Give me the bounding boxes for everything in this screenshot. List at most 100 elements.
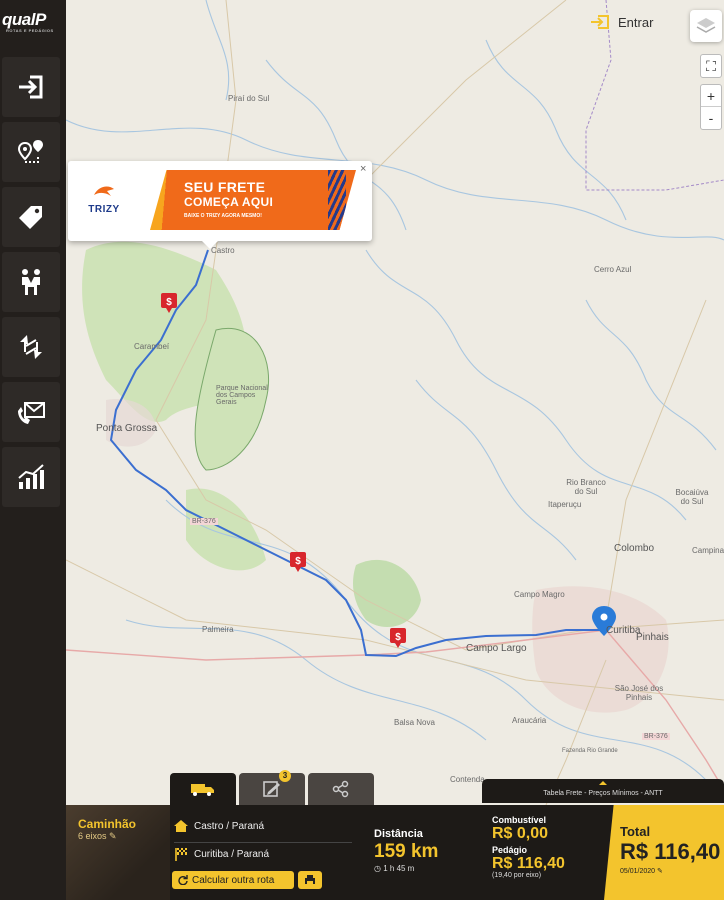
ad-close-button[interactable]: × bbox=[360, 163, 366, 175]
distance-value: 159 km bbox=[374, 841, 439, 862]
trizy-logo-icon bbox=[94, 186, 114, 196]
route-divider bbox=[174, 842, 352, 843]
map-label: Balsa Nova bbox=[394, 718, 435, 727]
map-label: Palmeira bbox=[202, 625, 234, 634]
panel-tabs: 3 bbox=[170, 770, 374, 805]
ad-promo: SEU FRETE COMEÇA AQUI BAIXE O TRIZY AGOR… bbox=[150, 170, 356, 230]
clock-icon: ◷ bbox=[374, 864, 381, 873]
fullscreen-control[interactable]: ⛶ bbox=[700, 54, 722, 78]
zoom-control: + - bbox=[700, 84, 722, 130]
costs-block: Combustível R$ 0,00 Pedágio R$ 116,40 (1… bbox=[492, 815, 565, 879]
tag-icon bbox=[19, 206, 42, 229]
edit-icon[interactable]: ✎ bbox=[657, 868, 663, 875]
fuel-value: R$ 0,00 bbox=[492, 825, 549, 842]
destination-label: Curitiba / Paraná bbox=[194, 848, 270, 860]
map-label: Rio Branco do Sul bbox=[566, 478, 606, 496]
svg-text:$: $ bbox=[395, 632, 401, 643]
ad-headline-2: COMEÇA AQUI bbox=[184, 195, 274, 209]
sidebar-item-stats[interactable] bbox=[2, 447, 60, 507]
road-shield: BR-376 bbox=[642, 733, 670, 740]
refresh-icon bbox=[178, 875, 188, 885]
vehicle-card[interactable]: Caminhão 6 eixos ✎ bbox=[66, 805, 170, 900]
ad-tagline: BAIXE O TRIZY AGORA MESMO! bbox=[184, 213, 262, 219]
layers-button[interactable] bbox=[690, 10, 722, 42]
vehicle-name: Caminhão bbox=[78, 817, 137, 831]
home-icon bbox=[174, 820, 188, 832]
origin-label: Castro / Paraná bbox=[194, 820, 265, 832]
map-label: Bocaiúva do Sul bbox=[675, 488, 709, 506]
edit-list-icon bbox=[263, 781, 280, 797]
total-block: Total R$ 116,40 05/01/2020 ✎ bbox=[604, 805, 724, 900]
zoom-in-button[interactable]: + bbox=[701, 85, 721, 107]
sidebar: qualP ROTAS E PEDÁGIOS bbox=[0, 0, 66, 900]
total-label: Total bbox=[620, 824, 651, 839]
share-icon bbox=[332, 780, 349, 798]
logo-subtitle: ROTAS E PEDÁGIOS bbox=[6, 28, 54, 33]
duration: ◷ 1 h 45 m bbox=[374, 864, 415, 873]
ad-banner[interactable]: TRIZY SEU FRETE COMEÇA AQUI BAIXE O TRIZ… bbox=[68, 161, 372, 249]
ad-brand: TRIZY bbox=[88, 204, 120, 215]
distance-block: Distância 159 km ◷ 1 h 45 m bbox=[374, 828, 438, 873]
origin-row[interactable]: Castro / Paraná bbox=[174, 816, 352, 836]
handshake-icon bbox=[22, 269, 40, 295]
distance-label: Distância bbox=[374, 828, 423, 840]
destination-row[interactable]: Curitiba / Paraná bbox=[174, 844, 352, 864]
tab-truck[interactable] bbox=[170, 773, 236, 805]
ad-stripe bbox=[328, 170, 346, 230]
layers-icon bbox=[696, 18, 716, 33]
tab-edit[interactable]: 3 bbox=[239, 770, 305, 805]
calculate-route-button[interactable]: Calcular outra rota bbox=[172, 871, 294, 889]
login-link[interactable]: Entrar bbox=[590, 14, 653, 30]
road-shield: BR-376 bbox=[190, 518, 218, 525]
map-label: Carambeí bbox=[134, 342, 170, 351]
sidebar-item-exchange[interactable] bbox=[2, 317, 60, 377]
map-label: São José dos Pinhais bbox=[614, 684, 664, 702]
sidebar-item-partners[interactable] bbox=[2, 252, 60, 312]
map-label: Contenda bbox=[450, 775, 485, 784]
tabela-frete-label: Tabela Frete - Preços Mínimos - ANTT bbox=[543, 790, 663, 797]
vehicle-axles: 6 eixos ✎ bbox=[78, 831, 117, 841]
tab-share[interactable] bbox=[308, 773, 374, 805]
contact-icon bbox=[18, 402, 45, 424]
print-icon bbox=[305, 875, 315, 885]
toll-marker[interactable]: $ bbox=[290, 552, 306, 572]
sidebar-item-contact[interactable] bbox=[2, 382, 60, 442]
map-label: Campo Largo bbox=[466, 643, 527, 654]
tabela-frete-toggle[interactable]: Tabela Frete - Preços Mínimos - ANTT bbox=[482, 779, 724, 803]
svg-text:$: $ bbox=[295, 556, 301, 567]
toll-marker[interactable]: $ bbox=[161, 293, 177, 313]
route-pin-icon bbox=[17, 140, 43, 163]
truck-icon bbox=[191, 784, 214, 796]
toll-per-axle: (19,40 por eixo) bbox=[492, 872, 542, 879]
logo-text: qualP bbox=[2, 10, 46, 29]
map-label: Piraí do Sul bbox=[228, 94, 270, 103]
app-logo[interactable]: qualP ROTAS E PEDÁGIOS bbox=[0, 10, 66, 42]
edit-icon[interactable]: ✎ bbox=[109, 831, 117, 841]
map-label: Pinhais bbox=[636, 632, 669, 643]
ad-logo: TRIZY bbox=[82, 183, 126, 215]
fullscreen-icon[interactable]: ⛶ bbox=[701, 55, 721, 77]
map-label: Parque Nacional dos Campos Gerais bbox=[216, 385, 268, 406]
print-button[interactable] bbox=[298, 871, 322, 889]
map-label: Campina Grande bbox=[692, 546, 724, 555]
map-label: Cerro Azul bbox=[594, 265, 632, 274]
finish-flag-icon bbox=[175, 848, 187, 861]
map-label: Campo Magro bbox=[514, 590, 565, 599]
sign-in-icon bbox=[591, 15, 609, 29]
chevron-up-icon bbox=[599, 781, 607, 785]
toll-value: R$ 116,40 bbox=[492, 855, 565, 872]
total-value: R$ 116,40 bbox=[620, 839, 721, 864]
sidebar-item-tags[interactable] bbox=[2, 187, 60, 247]
sidebar-item-route[interactable] bbox=[2, 122, 60, 182]
zoom-out-button[interactable]: - bbox=[701, 107, 721, 129]
sign-in-icon bbox=[19, 75, 43, 99]
map-label: Itaperuçu bbox=[548, 500, 582, 509]
login-label: Entrar bbox=[618, 14, 654, 30]
exchange-icon bbox=[20, 335, 42, 359]
map-label: Fazenda Rio Grande bbox=[562, 748, 618, 754]
toll-marker[interactable]: $ bbox=[390, 628, 406, 648]
sidebar-item-login[interactable] bbox=[2, 57, 60, 117]
map-canvas[interactable]: $ $ $ Piraí do Sul Castro Carambeí Parqu… bbox=[66, 0, 724, 805]
svg-text:$: $ bbox=[166, 297, 172, 308]
toll-label: Pedágio bbox=[492, 845, 528, 855]
